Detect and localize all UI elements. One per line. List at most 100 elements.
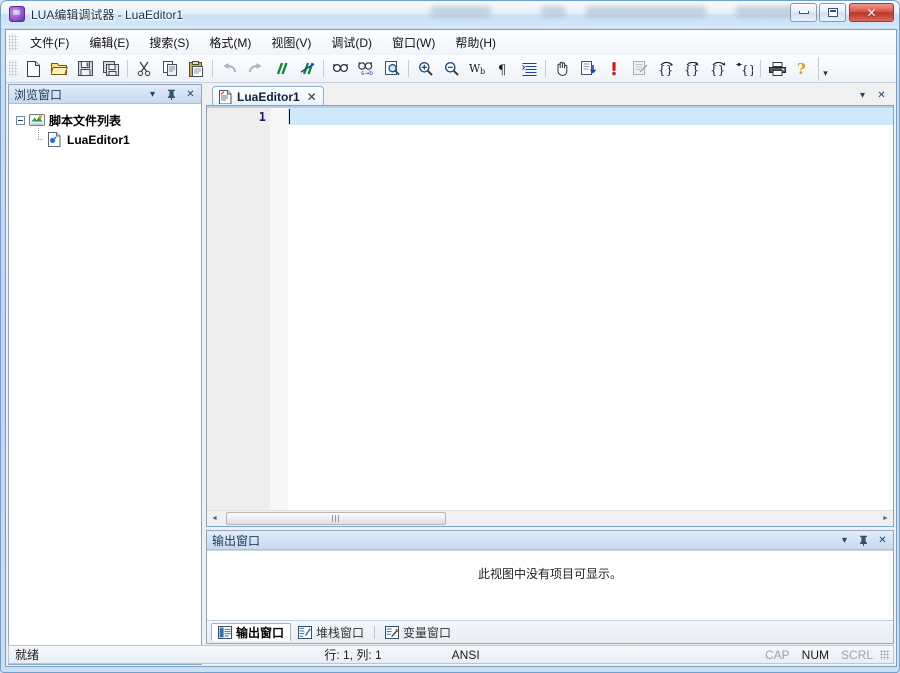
variable-tab-label: 变量窗口 — [403, 625, 452, 640]
tabstrip-buttons: ▾ ✕ — [854, 87, 892, 104]
find-in-files-button[interactable] — [380, 57, 404, 81]
title-bar-ghost-artifact — [431, 6, 491, 17]
menu-bar-grip[interactable] — [9, 34, 18, 51]
status-encoding: ANSI — [451, 647, 480, 662]
run-to-cursor-button[interactable]: {} — [732, 57, 756, 81]
current-line-highlight — [288, 108, 893, 125]
redo-icon — [248, 63, 261, 73]
paragraph-marks-button[interactable]: ¶ — [491, 57, 515, 81]
breakpoint-icon — [612, 62, 616, 76]
tab-label: LuaEditor1 — [237, 89, 300, 104]
new-file-icon — [26, 60, 40, 77]
zoom-in-button[interactable] — [413, 57, 437, 81]
tab-variable-window[interactable]: 变量窗口 — [378, 623, 458, 641]
menu-edit[interactable]: 编辑(E) — [79, 30, 139, 57]
toolbar-separator — [127, 60, 128, 77]
browser-panel-pin-button[interactable] — [163, 86, 180, 103]
toolbar-overflow-button[interactable]: ▾ — [818, 56, 832, 81]
cut-button[interactable] — [132, 57, 156, 81]
svg-text:{}: {} — [710, 63, 725, 76]
script-file-tree[interactable]: 脚本文件列表 LuaEditor1 — [9, 105, 201, 664]
tab-lua-editor1[interactable]: LuaEditor1 ✕ — [212, 86, 324, 106]
undo-button[interactable] — [217, 57, 241, 81]
find-next-button[interactable]: s→b — [354, 57, 378, 81]
code-text-area[interactable] — [288, 108, 893, 511]
step-over-icon: {} — [658, 61, 673, 76]
indent-guides-icon — [521, 62, 536, 76]
title-bar-ghost-artifact — [586, 6, 706, 17]
new-file-button[interactable] — [21, 57, 45, 81]
step-out-button[interactable]: {} — [706, 57, 730, 81]
browser-panel-menu-button[interactable]: ▾ — [144, 86, 161, 103]
status-caret-position: 行: 1, 列: 1 — [324, 648, 382, 662]
output-panel-pin-button[interactable] — [855, 532, 872, 549]
zoom-out-button[interactable] — [439, 57, 463, 81]
output-tabstrip: 输出窗口 堆栈窗口 变量窗口 — [207, 620, 893, 643]
horizontal-scroll-track[interactable] — [222, 511, 878, 526]
output-content-area[interactable]: 此视图中没有项目可显示。 — [207, 550, 893, 621]
print-button[interactable] — [765, 57, 789, 81]
tab-stack-window[interactable]: 堆栈窗口 — [291, 623, 371, 641]
menu-debug[interactable]: 调试(D) — [321, 30, 382, 57]
tab-output-window[interactable]: 输出窗口 — [211, 623, 292, 641]
paste-button[interactable] — [184, 57, 208, 81]
menu-window[interactable]: 窗口(W) — [382, 30, 445, 57]
output-empty-message: 此视图中没有项目可显示。 — [477, 567, 622, 581]
status-bar-resize-grip[interactable] — [879, 649, 891, 661]
menu-view[interactable]: 视图(V) — [261, 30, 321, 57]
word-wrap-button[interactable]: W b — [465, 57, 489, 81]
open-file-button[interactable] — [47, 57, 71, 81]
menu-search[interactable]: 搜索(S) — [139, 30, 199, 57]
code-editor[interactable]: 1 ◄ ► — [206, 105, 894, 527]
output-window-icon — [218, 625, 232, 639]
editor-dock: LuaEditor1 ✕ ▾ ✕ 1 ◄ ► — [206, 84, 894, 527]
copy-button[interactable] — [158, 57, 182, 81]
output-dock: 输出窗口 ▾ ✕ 此视图中没有项目可显示。 输出窗口 堆栈窗口 变量窗口 — [206, 530, 894, 644]
right-dock-area: LuaEditor1 ✕ ▾ ✕ 1 ◄ ► 输出窗口 ▾ ✕ 此视图中没有项目… — [206, 84, 894, 644]
step-over-button[interactable]: {} — [654, 57, 678, 81]
tree-row[interactable]: LuaEditor1 — [16, 128, 201, 149]
redo-button[interactable] — [243, 57, 267, 81]
toolbar-grip[interactable] — [9, 60, 18, 77]
output-panel-menu-button[interactable]: ▾ — [836, 532, 853, 549]
step-into-button[interactable]: {} — [680, 57, 704, 81]
close-window-button[interactable]: ✕ — [849, 3, 894, 22]
browser-panel-close-button[interactable]: ✕ — [182, 86, 199, 103]
toggle-breakpoint-button[interactable] — [602, 57, 626, 81]
breakpoint-marker-column[interactable] — [270, 108, 288, 511]
horizontal-scroll-thumb[interactable] — [226, 512, 446, 525]
help-icon: ? — [797, 61, 806, 76]
pan-tool-button[interactable] — [550, 57, 574, 81]
save-all-button[interactable] — [99, 57, 123, 81]
minimize-button[interactable] — [790, 3, 817, 22]
menu-format[interactable]: 格式(M) — [199, 30, 261, 57]
tabstrip-dropdown-button[interactable]: ▾ — [854, 87, 871, 104]
menu-help[interactable]: 帮助(H) — [445, 30, 506, 57]
tree-row[interactable]: 脚本文件列表 — [16, 111, 201, 130]
clear-breakpoints-button[interactable] — [628, 57, 652, 81]
run-script-button[interactable] — [576, 57, 600, 81]
tree-expander-collapse-icon[interactable] — [16, 116, 25, 125]
uncomment-block-button[interactable] — [295, 57, 319, 81]
title-bar[interactable]: LUA编辑调试器 - LuaEditor1 ✕ — [1, 1, 899, 28]
editor-horizontal-scrollbar[interactable]: ◄ ► — [207, 510, 893, 526]
comment-block-button[interactable] — [269, 57, 293, 81]
tabstrip-close-button[interactable]: ✕ — [873, 87, 890, 104]
indent-guides-button[interactable] — [517, 57, 541, 81]
find-button[interactable] — [328, 57, 352, 81]
save-button[interactable] — [73, 57, 97, 81]
output-panel-close-button[interactable]: ✕ — [874, 532, 891, 549]
help-button[interactable]: ? — [791, 57, 815, 81]
scroll-right-button[interactable]: ► — [878, 511, 893, 526]
maximize-restore-button[interactable] — [819, 3, 846, 22]
tree-label-lua-editor1: LuaEditor1 — [67, 132, 130, 147]
tab-close-icon[interactable]: ✕ — [307, 90, 317, 104]
browser-panel-title: 浏览窗口 — [14, 87, 63, 102]
line-number-gutter: 1 — [207, 108, 271, 511]
scroll-left-button[interactable]: ◄ — [207, 511, 222, 526]
uncomment-icon — [300, 62, 314, 75]
line-number: 1 — [258, 110, 266, 124]
toolbar-separator — [212, 60, 213, 77]
status-scroll-lock: SCRL — [841, 647, 874, 662]
menu-file[interactable]: 文件(F) — [20, 30, 79, 57]
